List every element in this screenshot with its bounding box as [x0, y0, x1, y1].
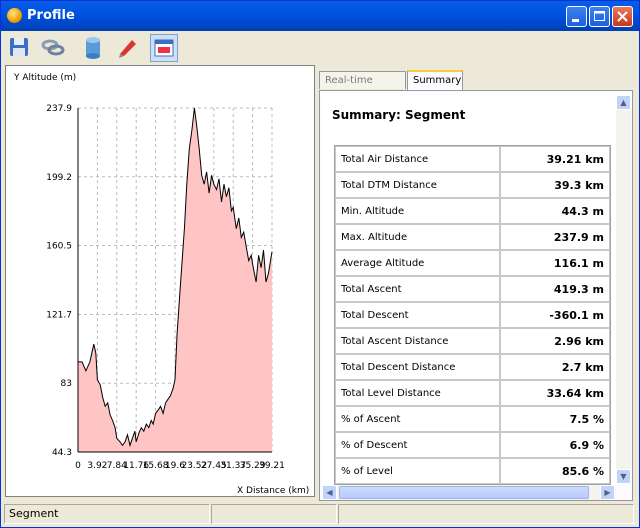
- horizontal-scrollbar[interactable]: ◀ ▶: [322, 485, 616, 500]
- status-bar: Segment: [4, 504, 636, 524]
- tab-summary[interactable]: Summary: [407, 70, 463, 91]
- summary-label: Min. Altitude: [335, 198, 500, 224]
- summary-value: 39.3 km: [500, 172, 610, 198]
- status-panel-2: [211, 504, 337, 524]
- maximize-button[interactable]: [589, 6, 610, 27]
- summary-tab-body: Summary: Segment Total Air Distance 39.21…: [319, 90, 633, 501]
- summary-row: Total Air Distance 39.21 km: [335, 146, 610, 172]
- window-toggle-button[interactable]: [150, 34, 178, 62]
- summary-row: Total DTM Distance 39.3 km: [335, 172, 610, 198]
- summary-value: 85.6 %: [500, 458, 610, 484]
- summary-label: Total Level Distance: [335, 380, 500, 406]
- app-icon: [7, 8, 22, 23]
- summary-value: 44.3 m: [500, 198, 610, 224]
- x-tick-label: 39.21: [259, 461, 285, 471]
- profile-window: Profile Y Altitude (m) 237.9 199.2 160.5 12…: [0, 0, 640, 528]
- profile-chart: 237.9199.2160.5121.78344.30 3.92 7.8411.76…: [46, 104, 285, 471]
- summary-label: Total DTM Distance: [335, 172, 500, 198]
- maximize-icon: [594, 11, 605, 21]
- summary-value: 6.9 %: [500, 432, 610, 458]
- summary-table: Total Air Distance 39.21 km Total DTM Dist…: [334, 145, 611, 485]
- summary-label: % of Ascent: [335, 406, 500, 432]
- summary-value: 116.1 m: [500, 250, 610, 276]
- x-tick-label: 0: [75, 461, 81, 471]
- y-tick-label: 121.7: [46, 310, 72, 320]
- y-tick-label: 237.9: [46, 104, 72, 114]
- minimize-icon: [572, 19, 579, 22]
- database-icon: [86, 37, 100, 59]
- summary-label: Total Descent: [335, 302, 500, 328]
- x-axis-label: X Distance (km): [237, 486, 310, 496]
- scroll-left-button[interactable]: ◀: [322, 485, 337, 500]
- summary-panel: Real-time Profile Summary Summary: Segme…: [319, 65, 637, 501]
- summary-content: Summary: Segment Total Air Distance 39.21…: [322, 95, 616, 485]
- summary-row: Min. Altitude 44.3 m: [335, 198, 610, 224]
- summary-row: Average Altitude 116.1 m: [335, 250, 610, 276]
- save-button[interactable]: [6, 34, 34, 62]
- summary-label: Average Altitude: [335, 250, 500, 276]
- window-title: Profile: [27, 8, 75, 23]
- y-tick-label: 83: [61, 379, 72, 389]
- toolbar: [4, 32, 636, 64]
- summary-value: -360.1 m: [500, 302, 610, 328]
- horizontal-scroll-thumb[interactable]: [339, 486, 589, 499]
- title-bar[interactable]: Profile: [1, 1, 639, 31]
- altitude-area: [78, 108, 272, 452]
- summary-label: Total Ascent: [335, 276, 500, 302]
- summary-value: 419.3 m: [500, 276, 610, 302]
- x-tick-label: 3.92: [87, 461, 107, 471]
- summary-label: Max. Altitude: [335, 224, 500, 250]
- minimize-button[interactable]: [566, 6, 587, 27]
- summary-value: 7.5 %: [500, 406, 610, 432]
- scroll-down-button[interactable]: ▼: [616, 469, 631, 484]
- summary-row: % of Level 85.6 %: [335, 458, 610, 484]
- summary-row: Total Level Distance 33.64 km: [335, 380, 610, 406]
- summary-row: Max. Altitude 237.9 m: [335, 224, 610, 250]
- y-tick-label: 44.3: [52, 448, 72, 458]
- vertical-scrollbar[interactable]: ▲ ▼: [616, 95, 631, 484]
- scroll-right-button[interactable]: ▶: [600, 485, 615, 500]
- window-icon: [154, 39, 174, 57]
- summary-row: Total Ascent Distance 2.96 km: [335, 328, 610, 354]
- status-text: Segment: [4, 504, 210, 524]
- summary-row: % of Descent 6.9 %: [335, 432, 610, 458]
- y-tick-label: 160.5: [46, 242, 72, 252]
- scroll-up-button[interactable]: ▲: [616, 95, 631, 110]
- summary-title: Summary: Segment: [332, 108, 466, 122]
- save-icon: [10, 38, 28, 56]
- status-panel-3: [338, 504, 634, 524]
- summary-row: Total Descent -360.1 m: [335, 302, 610, 328]
- profile-chart-panel: Y Altitude (m) 237.9 199.2 160.5 121.7 83 44.…: [5, 65, 315, 497]
- link-icon: [41, 39, 65, 56]
- summary-label: % of Level: [335, 458, 500, 484]
- summary-value: 39.21 km: [500, 146, 610, 172]
- summary-row: % of Ascent 7.5 %: [335, 406, 610, 432]
- database-button[interactable]: [80, 34, 108, 62]
- summary-label: Total Descent Distance: [335, 354, 500, 380]
- close-icon: [617, 11, 628, 22]
- tab-real-time-profile[interactable]: Real-time Profile: [319, 71, 406, 104]
- pen-icon: [119, 40, 136, 58]
- link-button[interactable]: [40, 34, 68, 62]
- summary-label: Total Air Distance: [335, 146, 500, 172]
- summary-label: % of Descent: [335, 432, 500, 458]
- pen-button[interactable]: [114, 34, 142, 62]
- summary-value: 237.9 m: [500, 224, 610, 250]
- summary-row: Total Descent Distance 2.7 km: [335, 354, 610, 380]
- summary-value: 2.96 km: [500, 328, 610, 354]
- close-button[interactable]: [612, 6, 633, 27]
- y-tick-label: 199.2: [46, 173, 72, 183]
- summary-value: 33.64 km: [500, 380, 610, 406]
- summary-row: Total Ascent 419.3 m: [335, 276, 610, 302]
- summary-value: 2.7 km: [500, 354, 610, 380]
- summary-label: Total Ascent Distance: [335, 328, 500, 354]
